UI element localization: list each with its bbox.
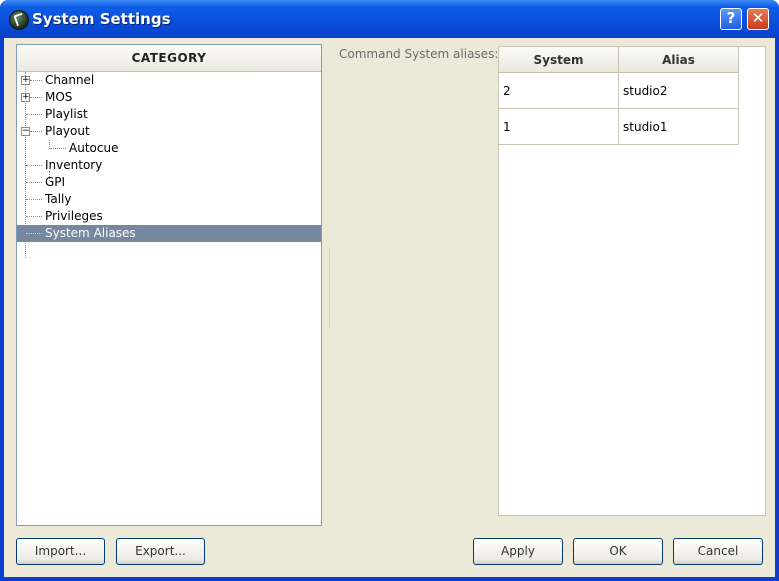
system-cell[interactable]: 1 xyxy=(499,109,619,145)
tree-item-label: GPI xyxy=(45,175,66,189)
cancel-button[interactable]: Cancel xyxy=(673,538,763,565)
dialog-body: CATEGORY + Channel + MOS Playlist − Play… xyxy=(4,38,775,577)
export-button[interactable]: Export... xyxy=(116,538,205,565)
collapse-icon[interactable]: − xyxy=(21,127,30,136)
aliases-grid[interactable]: System Alias 2 studio2 1 studio1 xyxy=(498,46,766,516)
category-header: CATEGORY xyxy=(17,45,321,72)
tree-item-system-aliases[interactable]: System Aliases xyxy=(17,225,321,242)
tree-item-channel[interactable]: + Channel xyxy=(17,72,321,89)
expand-icon[interactable]: + xyxy=(21,93,30,102)
tree-item-tally[interactable]: Tally xyxy=(17,191,321,208)
ok-button[interactable]: OK xyxy=(573,538,663,565)
tree-item-mos[interactable]: + MOS xyxy=(17,89,321,106)
tree-item-gpi[interactable]: GPI xyxy=(17,174,321,191)
import-button[interactable]: Import... xyxy=(16,538,105,565)
column-header-alias[interactable]: Alias xyxy=(619,47,739,73)
tree-item-label: Playout xyxy=(45,124,90,138)
grid-header: System Alias xyxy=(499,47,765,73)
tree-item-label: Privileges xyxy=(45,209,103,223)
tree-item-label: Channel xyxy=(45,73,95,87)
apply-button[interactable]: Apply xyxy=(473,538,563,565)
tree-connector-line xyxy=(30,131,42,132)
system-settings-window: System Settings ? ✕ CATEGORY + Channel +… xyxy=(0,0,779,581)
tree-item-autocue[interactable]: Autocue xyxy=(17,140,321,157)
window-title: System Settings xyxy=(32,10,171,28)
column-header-system[interactable]: System xyxy=(499,47,619,73)
tree-item-label: Playlist xyxy=(45,107,88,121)
tree-connector-line xyxy=(26,114,42,115)
tree-item-label: Autocue xyxy=(69,141,119,155)
system-cell[interactable]: 2 xyxy=(499,73,619,109)
tree-item-playout[interactable]: − Playout xyxy=(17,123,321,140)
tree-item-label: Tally xyxy=(45,192,72,206)
tree-connector-line xyxy=(26,199,42,200)
tree-item-inventory[interactable]: Inventory xyxy=(17,157,321,174)
tree-item-privileges[interactable]: Privileges xyxy=(17,208,321,225)
alias-cell[interactable]: studio1 xyxy=(619,109,739,145)
tree-connector-line xyxy=(26,233,42,234)
tree-item-label: Inventory xyxy=(45,158,103,172)
category-panel: CATEGORY + Channel + MOS Playlist − Play… xyxy=(16,44,322,526)
tree-connector-line xyxy=(30,80,42,81)
tree-item-label: System Aliases xyxy=(45,226,136,240)
tree-connector-line xyxy=(26,165,42,166)
table-row[interactable]: 2 studio2 xyxy=(499,73,739,109)
aliases-label: Command System aliases: xyxy=(339,47,499,61)
table-row[interactable]: 1 studio1 xyxy=(499,109,739,145)
tree-connector-line xyxy=(50,148,66,149)
tree-connector-line xyxy=(26,182,42,183)
tree-connector-line xyxy=(26,216,42,217)
tree-item-playlist[interactable]: Playlist xyxy=(17,106,321,123)
panel-splitter[interactable] xyxy=(329,248,333,328)
help-button[interactable]: ? xyxy=(720,8,742,30)
tree-connector-line xyxy=(30,97,42,98)
title-bar[interactable]: System Settings ? ✕ xyxy=(0,0,779,38)
app-icon xyxy=(9,10,29,30)
expand-icon[interactable]: + xyxy=(21,76,30,85)
close-button[interactable]: ✕ xyxy=(747,8,769,30)
alias-cell[interactable]: studio2 xyxy=(619,73,739,109)
tree-item-label: MOS xyxy=(45,90,73,104)
